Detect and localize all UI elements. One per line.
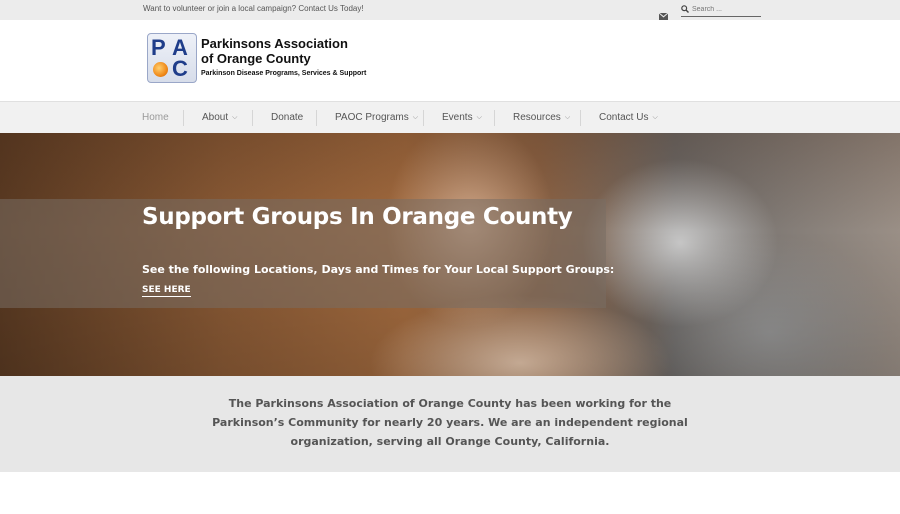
logo-letter-p: P xyxy=(151,35,166,60)
brand-name-line2[interactable]: of Orange County xyxy=(201,51,311,66)
nav-events[interactable]: Events ⌵ xyxy=(442,102,482,134)
brand-tagline: Parkinson Disease Programs, Services & S… xyxy=(201,70,367,77)
hero-subtitle: See the following Locations, Days and Ti… xyxy=(142,263,615,276)
nav-home[interactable]: Home xyxy=(142,102,169,134)
nav-divider xyxy=(252,110,253,126)
chevron-down-icon: ⌵ xyxy=(476,114,482,121)
intro-text: The Parkinsons Association of Orange Cou… xyxy=(212,397,688,448)
nav-contact-us[interactable]: Contact Us ⌵ xyxy=(599,102,658,134)
logo-letter-c: C xyxy=(172,56,188,81)
nav-paoc-programs[interactable]: PAOC Programs ⌵ xyxy=(335,102,418,134)
search-input[interactable] xyxy=(692,3,758,15)
hero-banner: Support Groups In Orange County See the … xyxy=(0,133,900,376)
nav-donate[interactable]: Donate xyxy=(271,102,303,134)
volunteer-message[interactable]: Want to volunteer or join a local campai… xyxy=(143,4,364,13)
magnifier-icon[interactable] xyxy=(681,5,689,13)
search-box xyxy=(681,3,761,17)
nav-divider xyxy=(494,110,495,126)
envelope-icon[interactable] xyxy=(658,5,669,20)
hero-title: Support Groups In Orange County xyxy=(142,204,573,230)
logo-orange-dot xyxy=(153,62,168,77)
nav-divider xyxy=(183,110,184,126)
brand-name-line1[interactable]: Parkinsons Association xyxy=(201,36,348,51)
chevron-down-icon: ⌵ xyxy=(564,114,571,121)
nav-resources[interactable]: Resources ⌵ xyxy=(513,102,570,134)
intro-section: The Parkinsons Association of Orange Cou… xyxy=(0,376,900,472)
top-bar: Want to volunteer or join a local campai… xyxy=(0,0,900,20)
main-nav: Home About ⌵ Donate PAOC Programs ⌵ Events… xyxy=(0,101,900,134)
nav-divider xyxy=(580,110,581,126)
nav-divider xyxy=(423,110,424,126)
site-header: P A C Parkinsons Association of Orange C… xyxy=(0,20,900,101)
chevron-down-icon: ⌵ xyxy=(652,114,658,121)
chevron-down-icon: ⌵ xyxy=(412,114,419,121)
nav-divider xyxy=(316,110,317,126)
paoc-logo[interactable]: P A C xyxy=(147,33,197,83)
chevron-down-icon: ⌵ xyxy=(232,114,238,121)
see-here-link[interactable]: SEE HERE xyxy=(142,285,191,297)
nav-about[interactable]: About ⌵ xyxy=(202,102,237,134)
